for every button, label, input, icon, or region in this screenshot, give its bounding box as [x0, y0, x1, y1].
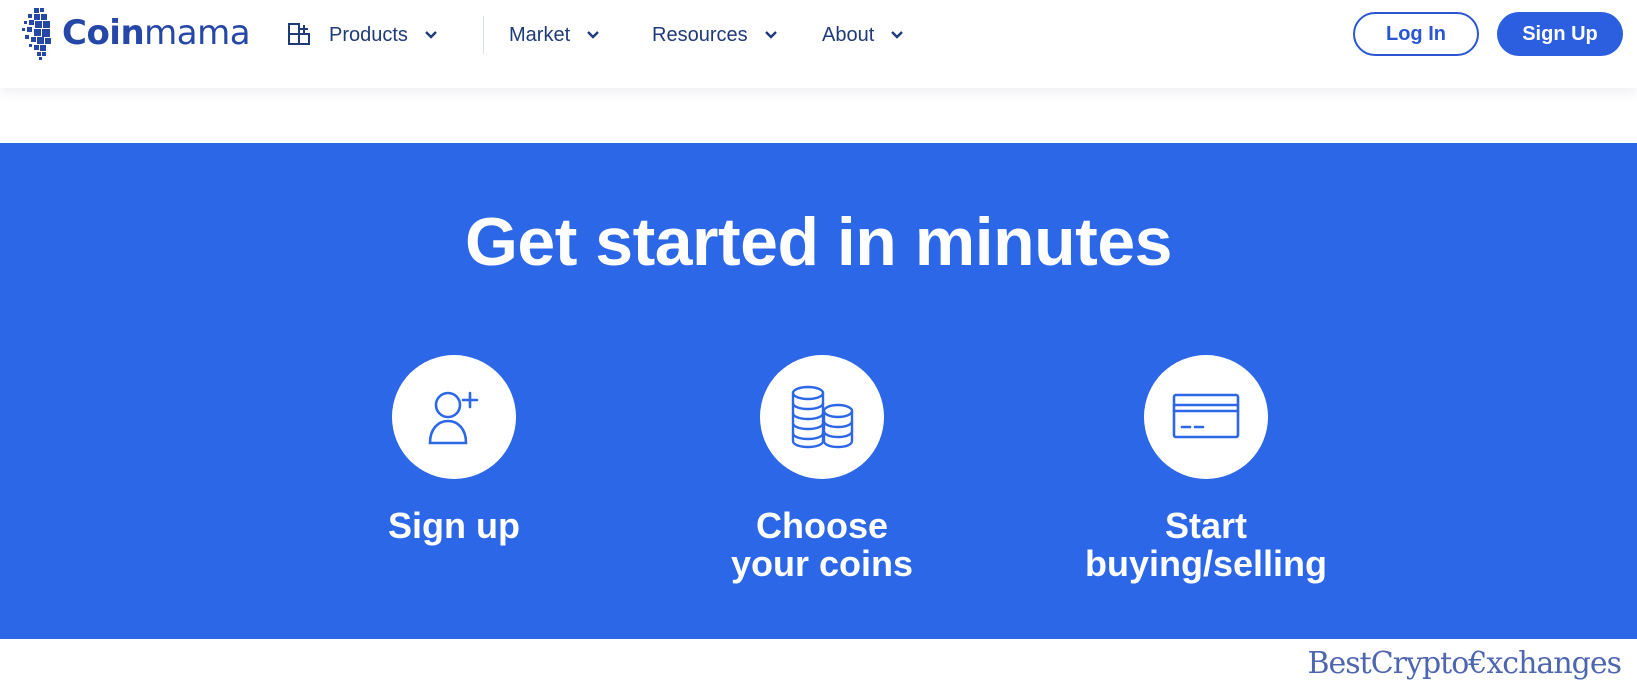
chevron-down-icon	[587, 31, 599, 39]
step-start-trading: Start buying/selling	[1056, 355, 1356, 583]
chevron-down-icon	[891, 31, 904, 39]
step-icon-circle	[1144, 355, 1268, 479]
watermark: BestCrypto€xchanges	[1307, 646, 1622, 681]
nav-market[interactable]: Market	[509, 18, 600, 52]
chevron-down-icon	[425, 31, 437, 39]
nav-about-label: About	[822, 23, 875, 46]
logo-text-bold: Coin	[62, 13, 145, 53]
nav-resources-label: Resources	[652, 23, 748, 46]
signup-button[interactable]: Sign Up	[1497, 12, 1623, 56]
step-choose-coins: Choose your coins	[672, 355, 972, 583]
top-navbar: Coinmama Products Market Resources About…	[0, 0, 1637, 88]
page: Coinmama Products Market Resources About…	[0, 0, 1637, 690]
nav-resources[interactable]: Resources	[652, 18, 778, 52]
logo-mark-icon	[22, 8, 51, 60]
credit-card-icon	[1172, 393, 1240, 439]
nav-products[interactable]: Products	[287, 18, 438, 52]
step-label: Start buying/selling	[1084, 505, 1327, 584]
logo-wordmark: Coinmama	[62, 13, 251, 53]
nav-about[interactable]: About	[822, 18, 904, 52]
step-icon-circle	[760, 355, 884, 479]
coinmama-logo[interactable]: Coinmama	[20, 6, 251, 60]
coins-stack-icon	[791, 385, 854, 449]
step-icon-circle	[392, 355, 516, 479]
step-label: Sign up	[388, 505, 520, 546]
logo-text-light: mama	[144, 13, 251, 53]
nav-divider	[483, 16, 484, 54]
grid-plus-icon	[288, 23, 310, 45]
step-sign-up: Sign up	[304, 355, 604, 545]
get-started-section: Get started in minutes Sign up Choose yo…	[0, 143, 1637, 639]
section-title: Get started in minutes	[465, 204, 1172, 280]
user-plus-icon	[428, 391, 479, 445]
login-button[interactable]: Log In	[1353, 12, 1479, 56]
step-label: Choose your coins	[730, 505, 914, 584]
chevron-down-icon	[764, 31, 777, 39]
nav-market-label: Market	[509, 23, 571, 46]
nav-products-label: Products	[329, 23, 408, 46]
